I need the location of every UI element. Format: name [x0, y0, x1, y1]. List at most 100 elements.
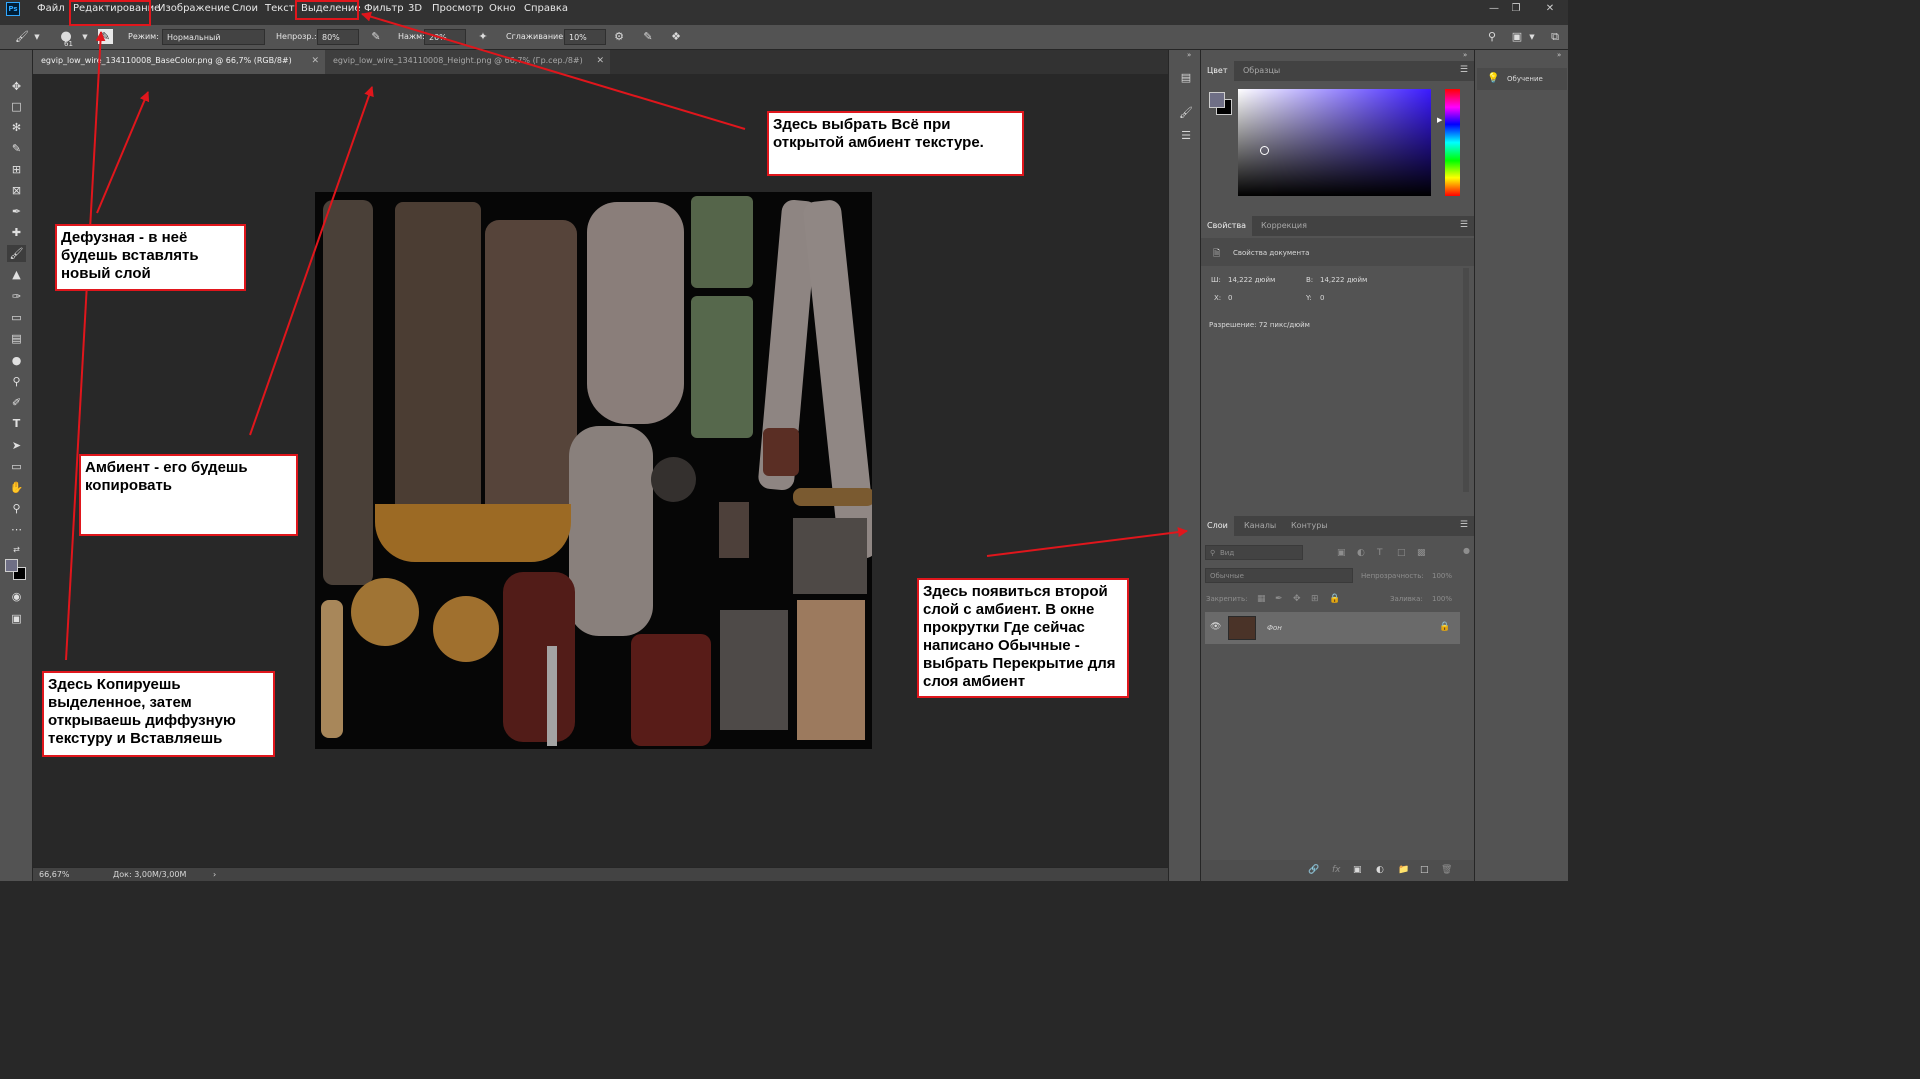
- menu-layers[interactable]: Слои: [232, 3, 258, 14]
- brush-icon[interactable]: 🖌: [7, 245, 26, 262]
- status-chevron-icon[interactable]: ›: [213, 870, 216, 879]
- opacity-field[interactable]: 80%: [317, 29, 359, 45]
- link-icon[interactable]: 🔗: [1308, 865, 1319, 875]
- tab-channels[interactable]: Каналы: [1238, 516, 1282, 536]
- tab-color[interactable]: Цвет: [1201, 61, 1234, 81]
- menu-window[interactable]: Окно: [489, 3, 516, 14]
- color-cursor[interactable]: [1260, 146, 1269, 155]
- panel-menu-icon[interactable]: ☰: [1460, 520, 1468, 530]
- menu-help[interactable]: Справка: [524, 3, 568, 14]
- panel-menu-icon[interactable]: ☰: [1460, 65, 1468, 75]
- airbrush-icon[interactable]: ✦: [475, 29, 491, 45]
- hue-marker-icon[interactable]: ▶: [1437, 116, 1442, 124]
- brushes-icon[interactable]: 🖌: [1178, 105, 1194, 121]
- pen-icon[interactable]: ✐: [7, 394, 26, 411]
- close-icon[interactable]: ✕: [596, 56, 604, 66]
- brush-preset-icon[interactable]: 🖌: [14, 29, 30, 45]
- crop-icon[interactable]: ⊞: [7, 161, 26, 178]
- zoom-icon[interactable]: ⚲: [7, 500, 26, 517]
- height-value[interactable]: 14,222 дюйм: [1320, 276, 1367, 284]
- x-value[interactable]: 0: [1228, 294, 1232, 302]
- close-icon[interactable]: ✕: [311, 56, 319, 66]
- menu-image[interactable]: Изображение: [158, 3, 230, 14]
- layer-opacity-value[interactable]: 100%: [1432, 572, 1452, 580]
- eraser-icon[interactable]: ▭: [7, 309, 26, 326]
- eyedropper-icon[interactable]: ✒: [7, 203, 26, 220]
- adjustment-layer-icon[interactable]: ◐: [1376, 865, 1384, 875]
- width-value[interactable]: 14,222 дюйм: [1228, 276, 1275, 284]
- filter-type-icon[interactable]: T: [1377, 548, 1383, 558]
- restore-icon[interactable]: ❐: [1506, 2, 1526, 16]
- size-pressure-icon[interactable]: ✎: [640, 29, 656, 45]
- healing-icon[interactable]: ✚: [7, 224, 26, 241]
- trash-icon[interactable]: 🗑: [1441, 865, 1452, 875]
- chevron-down-icon[interactable]: ▼: [32, 29, 42, 45]
- tab-height[interactable]: egvip_low_wire_134110008_Height.png @ 66…: [325, 50, 610, 74]
- brush-panel-toggle-icon[interactable]: ✎: [98, 29, 113, 44]
- menu-view[interactable]: Просмотр: [432, 3, 483, 14]
- screen-mode-icon[interactable]: ▣: [7, 610, 26, 627]
- collapse-icon[interactable]: »: [1463, 51, 1467, 59]
- tab-basecolor[interactable]: egvip_low_wire_134110008_BaseColor.png @…: [33, 50, 325, 74]
- filter-shape-icon[interactable]: □: [1397, 548, 1406, 558]
- fill-value[interactable]: 100%: [1432, 595, 1452, 603]
- marquee-icon[interactable]: □: [7, 98, 26, 115]
- tab-swatches[interactable]: Образцы: [1237, 61, 1286, 81]
- layer-row-background[interactable]: 👁 Фон 🔒: [1205, 612, 1460, 644]
- tab-properties[interactable]: Свойства: [1201, 216, 1253, 236]
- dodge-icon[interactable]: ⚲: [7, 373, 26, 390]
- tab-paths[interactable]: Контуры: [1285, 516, 1334, 536]
- filter-pixel-icon[interactable]: ▣: [1337, 548, 1346, 558]
- symmetry-icon[interactable]: ❖: [668, 29, 684, 45]
- tab-adjustments[interactable]: Коррекция: [1255, 216, 1313, 236]
- lock-transparent-icon[interactable]: ▦: [1257, 594, 1266, 604]
- lock-pixels-icon[interactable]: ✒: [1275, 594, 1283, 604]
- collapse-icon[interactable]: »: [1187, 51, 1191, 59]
- share-icon[interactable]: ⧉: [1547, 29, 1563, 45]
- lock-artboard-icon[interactable]: ⊞: [1311, 594, 1319, 604]
- search-icon[interactable]: ⚲: [1484, 29, 1500, 45]
- rectangle-icon[interactable]: ▭: [7, 458, 26, 475]
- close-window-icon[interactable]: ✕: [1540, 2, 1560, 16]
- lock-all-icon[interactable]: 🔒: [1329, 594, 1340, 604]
- document-canvas-texture[interactable]: [315, 192, 872, 749]
- folder-icon[interactable]: 📁: [1398, 865, 1409, 875]
- minimize-icon[interactable]: —: [1484, 2, 1504, 16]
- lock-icon[interactable]: 🔒: [1439, 622, 1450, 632]
- menu-3d[interactable]: 3D: [408, 3, 422, 14]
- scrollbar[interactable]: [1463, 268, 1469, 492]
- adjust-sliders-icon[interactable]: ☰: [1178, 128, 1194, 144]
- eye-icon[interactable]: 👁: [1210, 622, 1221, 632]
- frame-icon[interactable]: ⊠: [7, 182, 26, 199]
- hue-slider[interactable]: [1445, 89, 1460, 196]
- quick-select-icon[interactable]: ✎: [7, 140, 26, 157]
- filter-adjust-icon[interactable]: ◐: [1357, 548, 1365, 558]
- foreground-color-swatch[interactable]: [5, 559, 18, 572]
- lasso-icon[interactable]: ✻: [7, 119, 26, 136]
- panel-menu-icon[interactable]: ☰: [1460, 220, 1468, 230]
- pressure-field[interactable]: 20%: [424, 29, 466, 45]
- blur-icon[interactable]: ●: [7, 352, 26, 369]
- path-select-icon[interactable]: ➤: [7, 437, 26, 454]
- gradient-icon[interactable]: ▤: [7, 330, 26, 347]
- collapse-icon[interactable]: »: [1557, 51, 1561, 59]
- chevron-down-icon[interactable]: ▼: [1527, 29, 1537, 45]
- menu-type[interactable]: Текст: [265, 3, 295, 14]
- quick-mask-icon[interactable]: ◉: [7, 588, 26, 605]
- gear-icon[interactable]: ⚙: [611, 29, 627, 45]
- smoothing-field[interactable]: 10%: [564, 29, 606, 45]
- foreground-color-swatch[interactable]: [1209, 92, 1225, 108]
- color-picker-field[interactable]: [1238, 89, 1431, 196]
- workspace-icon[interactable]: ▣: [1509, 29, 1525, 45]
- stamp-icon[interactable]: ▲: [7, 266, 26, 283]
- blend-mode-select[interactable]: Обычные: [1205, 568, 1353, 583]
- hand-icon[interactable]: ✋: [7, 479, 26, 496]
- new-layer-icon[interactable]: □: [1420, 865, 1429, 875]
- fx-icon[interactable]: fx: [1332, 865, 1341, 875]
- move-icon[interactable]: ✥: [7, 78, 26, 95]
- learn-row[interactable]: 💡 Обучение: [1477, 68, 1567, 90]
- filter-toggle-icon[interactable]: ●: [1463, 546, 1470, 555]
- chevron-down-icon[interactable]: ▼: [80, 29, 90, 45]
- opacity-pressure-icon[interactable]: ✎: [368, 29, 384, 45]
- layer-filter-select[interactable]: ⚲ Вид: [1205, 545, 1303, 560]
